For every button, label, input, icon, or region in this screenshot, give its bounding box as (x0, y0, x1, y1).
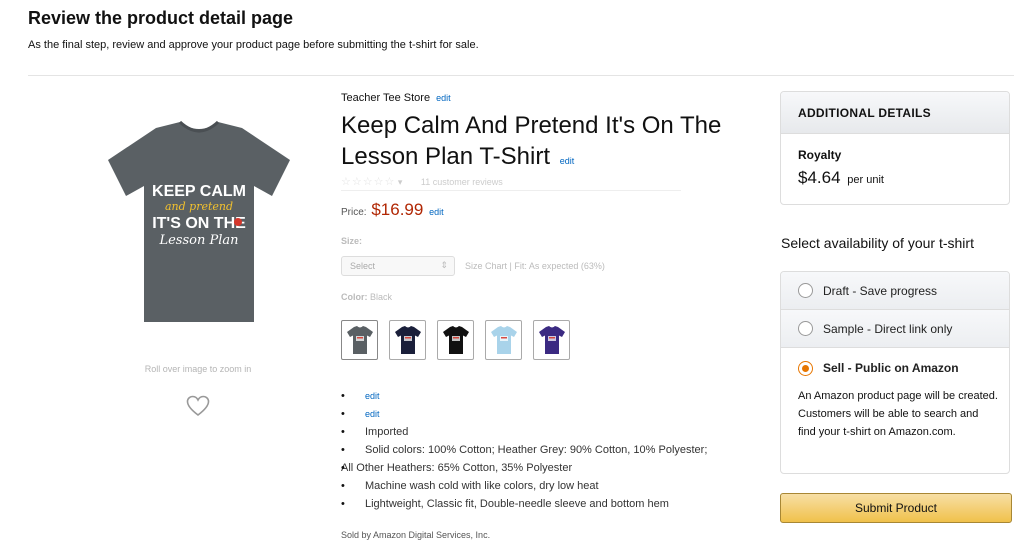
edit-price-link[interactable]: edit (429, 207, 444, 217)
heart-icon[interactable] (186, 395, 210, 417)
option-sample[interactable]: Sample - Direct link only (781, 310, 1009, 348)
option-sell[interactable]: Sell - Public on Amazon (781, 349, 1009, 387)
sold-by: Sold by Amazon Digital Services, Inc. (341, 530, 491, 540)
radio-draft[interactable] (798, 283, 813, 298)
submit-product-button[interactable]: Submit Product (780, 493, 1012, 523)
bullet-item: edit (341, 387, 761, 405)
shirt-print-line3: IT'S ON THE (152, 215, 246, 232)
swatch-light-blue[interactable] (485, 320, 522, 360)
tshirt-icon (490, 326, 517, 354)
option-sample-label: Sample - Direct link only (823, 321, 953, 336)
edit-title-link[interactable]: edit (560, 156, 575, 166)
royalty-value: $4.64 per unit (798, 168, 884, 188)
review-count: 11 customer reviews (420, 177, 503, 187)
product-title: Keep Calm And Pretend It's On The Lesson… (341, 110, 741, 177)
sell-description: An Amazon product page will be created. … (798, 390, 998, 438)
store-name[interactable]: Teacher Tee Store (341, 92, 430, 104)
tshirt-icon (442, 326, 469, 354)
size-select[interactable]: Select ⇕ (341, 256, 455, 276)
price-label: Price: (341, 207, 367, 218)
shirt-print-line4: Lesson Plan (158, 233, 238, 248)
star-rating-icon: ☆☆☆☆☆ (341, 176, 396, 188)
option-draft[interactable]: Draft - Save progress (781, 272, 1009, 310)
edit-store-link[interactable]: edit (436, 93, 451, 103)
additional-details-header: ADDITIONAL DETAILS (781, 92, 1009, 134)
size-select-value: Select (350, 261, 376, 271)
radio-sell[interactable] (798, 360, 813, 376)
page-subtitle: As the final step, review and approve yo… (28, 39, 479, 51)
bullet-item: Imported (341, 423, 761, 441)
apple-icon (234, 218, 242, 226)
swatch-heather-grey[interactable] (341, 320, 378, 360)
swatch-black[interactable] (437, 320, 474, 360)
bullet-item: Machine wash cold with like colors, dry … (341, 477, 761, 495)
rating-row: ☆☆☆☆☆ ▾ 11 customer reviews (341, 175, 681, 191)
swatch-purple[interactable] (533, 320, 570, 360)
shirt-print-line2: and pretend (165, 200, 233, 213)
tshirt-icon (346, 326, 373, 354)
product-image: KEEP CALM and pretend IT'S ON THE Lesson… (108, 120, 290, 322)
tshirt-icon (538, 326, 565, 354)
availability-title: Select availability of your t-shirt (781, 235, 974, 251)
royalty-amount: $4.64 (798, 168, 841, 187)
size-chart-link[interactable]: Size Chart | Fit: As expected (63%) (465, 261, 605, 271)
edit-bullet-2-link[interactable]: edit (365, 409, 380, 419)
shirt-print-line1: KEEP CALM (152, 183, 246, 200)
royalty-label: Royalty (798, 148, 842, 162)
tshirt-icon (394, 326, 421, 354)
size-label: Size: (341, 236, 363, 246)
bullet-continuation: All Other Heathers: 65% Cotton, 35% Poly… (341, 459, 761, 477)
availability-options: Draft - Save progress Sample - Direct li… (780, 271, 1010, 474)
feature-bullets: edit edit Imported Solid colors: 100% Co… (341, 387, 761, 513)
price-value: $16.99 (371, 200, 424, 219)
bullet-text: Solid colors: 100% Cotton; Heather Grey:… (365, 444, 708, 456)
edit-bullet-1-link[interactable]: edit (365, 391, 380, 401)
product-title-text: Keep Calm And Pretend It's On The Lesson… (341, 112, 722, 170)
option-sell-label: Sell - Public on Amazon (823, 361, 959, 375)
rating-dropdown-icon: ▾ (397, 177, 403, 187)
select-arrows-icon: ⇕ (440, 260, 448, 270)
color-label-text: Color: (341, 292, 368, 302)
option-draft-label: Draft - Save progress (823, 283, 938, 298)
color-value: Black (370, 292, 393, 302)
divider (28, 75, 1014, 76)
bullet-item: Solid colors: 100% Cotton; Heather Grey:… (341, 441, 761, 459)
bullet-item: edit (341, 405, 761, 423)
bullet-item: Lightweight, Classic fit, Double-needle … (341, 495, 761, 513)
royalty-unit: per unit (847, 174, 884, 186)
swatch-navy[interactable] (389, 320, 426, 360)
price-row: Price: $16.99 edit (341, 200, 444, 220)
additional-details-panel: ADDITIONAL DETAILS Royalty $4.64 per uni… (780, 91, 1010, 205)
bullet-text-cont: All Other Heathers: 65% Cotton, 35% Poly… (341, 462, 573, 474)
color-label: Color: Black (341, 292, 392, 302)
color-swatches (341, 320, 570, 360)
store-line: Teacher Tee Store edit (341, 92, 451, 104)
page-title: Review the product detail page (28, 8, 294, 28)
zoom-hint: Roll over image to zoom in (144, 364, 252, 374)
radio-sample[interactable] (798, 321, 813, 336)
